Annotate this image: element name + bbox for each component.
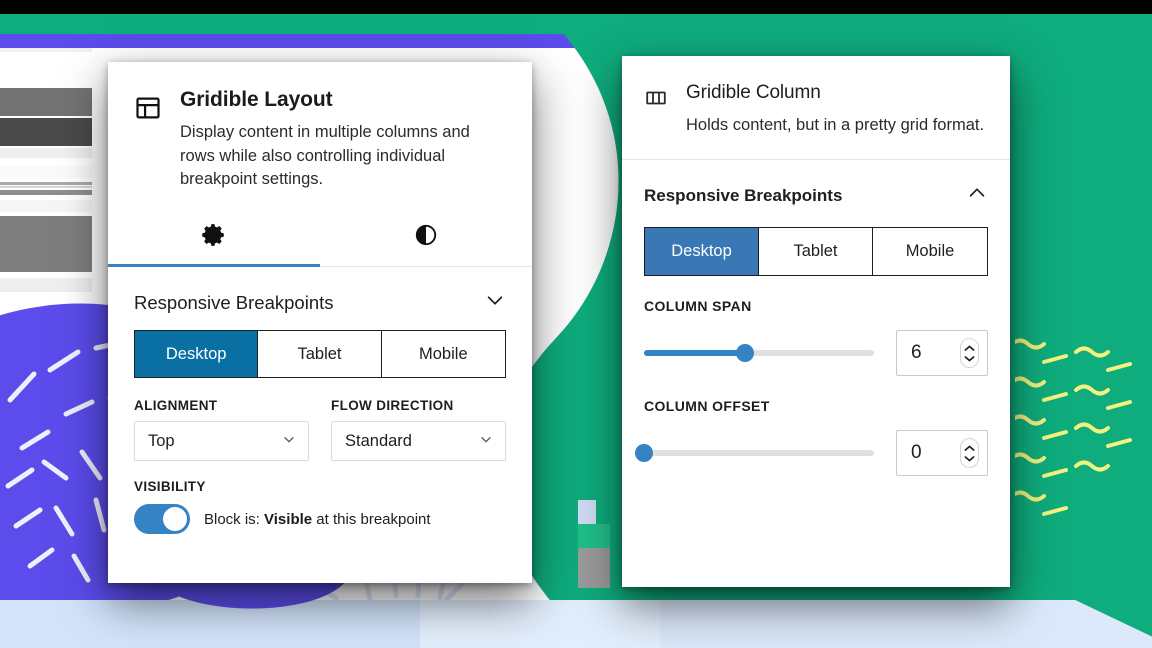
gear-icon xyxy=(201,222,227,253)
column-offset-control: COLUMN OFFSET 0 xyxy=(622,376,1010,477)
page-title: Gridible Layout xyxy=(180,88,333,111)
chevron-up-icon[interactable] xyxy=(966,182,988,209)
stepper-spinner[interactable] xyxy=(960,338,979,369)
flow-direction-select[interactable]: Standard xyxy=(331,421,506,462)
column-offset-stepper[interactable]: 0 xyxy=(896,430,988,477)
columns-icon xyxy=(644,82,672,137)
left-breakpoint-segmented: Desktop Tablet Mobile xyxy=(134,330,506,379)
visibility-label: VISIBILITY xyxy=(134,479,206,495)
slider-fill xyxy=(644,350,746,357)
column-offset-slider[interactable] xyxy=(635,444,874,463)
alignment-value: Top xyxy=(148,431,175,450)
flow-direction-value: Standard xyxy=(345,431,412,450)
chevron-down-icon xyxy=(478,431,494,452)
gutter-blue-block xyxy=(578,500,596,524)
flow-direction-field: FLOW DIRECTION Standard xyxy=(331,398,506,462)
right-section-header[interactable]: Responsive Breakpoints xyxy=(622,160,1010,227)
contrast-icon xyxy=(414,223,438,252)
visibility-toggle[interactable] xyxy=(134,504,190,535)
screenshot-stage: Gridible Layout Display content in multi… xyxy=(0,0,1152,648)
right-breakpoint-segmented: Desktop Tablet Mobile xyxy=(644,227,988,277)
visibility-text-strong: Visible xyxy=(264,510,313,528)
gutter-grey-block xyxy=(578,548,610,588)
left-section-header[interactable]: Responsive Breakpoints xyxy=(108,267,532,330)
slider-thumb[interactable] xyxy=(736,344,755,363)
tab-styles[interactable] xyxy=(320,209,532,266)
column-offset-label: COLUMN OFFSET xyxy=(644,398,770,415)
breakpoint-desktop[interactable]: Desktop xyxy=(645,228,759,276)
column-offset-row: 0 xyxy=(635,430,988,477)
right-panel-header: Gridible Column Holds content, but in a … xyxy=(622,56,1010,161)
left-section-title: Responsive Breakpoints xyxy=(134,291,334,313)
breakpoint-mobile[interactable]: Mobile xyxy=(873,228,987,276)
alignment-label: ALIGNMENT xyxy=(134,398,218,414)
stepper-spinner[interactable] xyxy=(960,438,979,469)
breakpoint-mobile[interactable]: Mobile xyxy=(381,331,505,378)
gridible-column-panel: Gridible Column Holds content, but in a … xyxy=(622,56,1010,587)
visibility-status-text: Block is: Visible at this breakpoint xyxy=(204,511,431,528)
right-panel-title: Gridible Column xyxy=(686,82,821,103)
column-span-row: 6 xyxy=(644,330,988,377)
left-panel-tabs xyxy=(108,209,532,268)
visibility-block: VISIBILITY Block is: Visible at this bre… xyxy=(108,461,532,535)
visibility-text-suffix: at this breakpoint xyxy=(316,510,431,528)
layout-icon xyxy=(134,88,164,191)
column-span-value: 6 xyxy=(911,342,922,364)
gridible-layout-panel: Gridible Layout Display content in multi… xyxy=(108,62,532,583)
visibility-toggle-row: Block is: Visible at this breakpoint xyxy=(134,504,506,535)
bottom-blue-band xyxy=(0,600,1152,648)
alignment-field: ALIGNMENT Top xyxy=(134,398,309,462)
right-section-title: Responsive Breakpoints xyxy=(644,185,843,205)
visibility-text-prefix: Block is: xyxy=(204,510,260,528)
breakpoint-tablet[interactable]: Tablet xyxy=(759,228,873,276)
column-offset-value: 0 xyxy=(911,442,922,464)
breakpoint-desktop[interactable]: Desktop xyxy=(135,331,259,378)
slider-track xyxy=(644,450,874,457)
gutter-green-block xyxy=(578,524,610,548)
column-span-slider[interactable] xyxy=(644,344,874,363)
column-span-control: COLUMN SPAN 6 xyxy=(622,276,1010,377)
top-black-bar xyxy=(0,0,1152,14)
chevron-down-icon xyxy=(281,431,297,452)
column-span-label: COLUMN SPAN xyxy=(644,298,752,315)
column-span-stepper[interactable]: 6 xyxy=(896,330,988,377)
left-panel-description: Display content in multiple columns and … xyxy=(180,123,470,188)
tab-settings[interactable] xyxy=(108,209,320,268)
alignment-select[interactable]: Top xyxy=(134,421,309,462)
right-panel-description: Holds content, but in a pretty grid form… xyxy=(686,116,985,134)
left-field-grid: ALIGNMENT Top FLOW DIRECTION Standard xyxy=(108,378,532,462)
flow-direction-label: FLOW DIRECTION xyxy=(331,398,454,414)
breakpoint-tablet[interactable]: Tablet xyxy=(258,331,382,378)
toggle-knob xyxy=(163,507,187,532)
slider-thumb[interactable] xyxy=(635,444,653,463)
chevron-down-icon[interactable] xyxy=(484,289,506,316)
left-panel-header: Gridible Layout Display content in multi… xyxy=(108,62,532,209)
